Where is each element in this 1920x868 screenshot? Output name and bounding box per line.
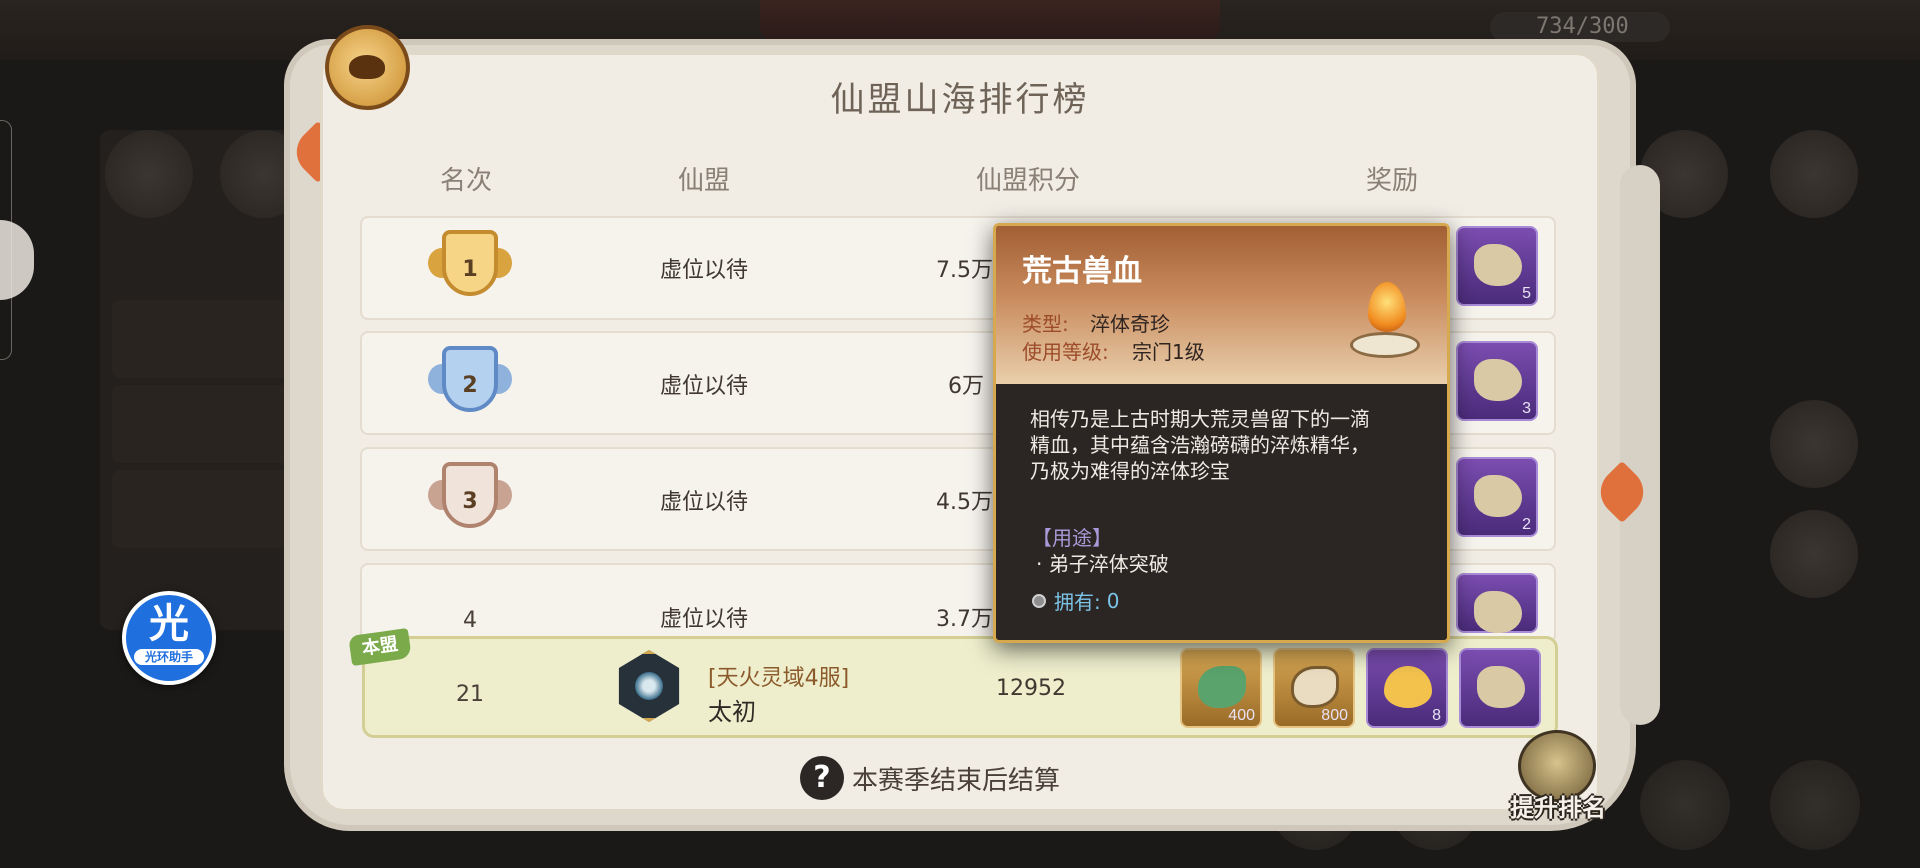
rank-number: 4	[463, 608, 477, 633]
panel-title: 仙盟山海排行榜	[830, 80, 1090, 120]
background-left-row	[112, 470, 312, 548]
item-usage-heading: 【用途】	[1032, 526, 1112, 550]
settlement-note-text: 本赛季结束后结算	[852, 765, 1061, 796]
alliance-score: 4.5万	[936, 490, 993, 515]
reward-item[interactable]: 800	[1273, 648, 1355, 728]
rank-badge-bronze-icon: 3	[428, 454, 512, 538]
help-icon[interactable]: ?	[800, 756, 844, 800]
header-reward: 奖励	[1365, 166, 1418, 196]
boost-rank-label: 提升排名	[1510, 794, 1606, 822]
rank-badge-silver-icon: 2	[428, 338, 512, 422]
header-score: 仙盟积分	[975, 166, 1080, 196]
background-left-row	[112, 385, 312, 463]
owned-icon	[1032, 593, 1046, 608]
settlement-note: ? 本赛季结束后结算	[800, 756, 1060, 800]
side-mascot	[0, 220, 34, 300]
my-alliance-name: 太初	[708, 698, 756, 726]
owned-label: 拥有:	[1054, 590, 1101, 614]
item-description: 相传乃是上古时期大荒灵兽留下的一滴 精血，其中蕴含浩瀚磅礴的淬炼精华， 乃极为难…	[1030, 407, 1370, 483]
reward-item[interactable]: 400	[1180, 648, 1262, 728]
reward-item[interactable]	[1456, 573, 1538, 633]
item-name: 荒古兽血	[1022, 254, 1142, 289]
helper-float-button[interactable]: 光 光环助手	[122, 591, 216, 685]
my-rank: 21	[456, 682, 484, 707]
background-icon	[1770, 510, 1858, 598]
helper-icon: 光	[149, 601, 189, 647]
alliance-score: 7.5万	[936, 258, 993, 283]
background-icon	[105, 130, 193, 218]
helper-label: 光环助手	[134, 649, 204, 665]
rank-badge-gold-icon: 1	[428, 222, 512, 306]
owned-value: 0	[1106, 588, 1120, 613]
background-bottom-icon	[1640, 760, 1730, 850]
boost-rank-button[interactable]: 提升排名	[1488, 730, 1628, 830]
beast-blood-icon	[1346, 282, 1422, 372]
alliance-name: 虚位以待	[659, 374, 748, 399]
alliance-score: 6万	[948, 374, 984, 399]
alliance-score: 3.7万	[936, 607, 993, 632]
item-type-label: 类型:	[1022, 312, 1069, 336]
item-tooltip: 荒古兽血 类型: 淬体奇珍 使用等级: 宗门1级 相传乃是上古时期大荒灵兽留下的…	[993, 223, 1450, 643]
background-bottom-icon	[1770, 760, 1860, 850]
background-icon	[1770, 400, 1858, 488]
background-top-banner	[760, 0, 1220, 42]
item-owned: 拥有: 0	[1032, 586, 1119, 615]
alliance-name: 虚位以待	[659, 258, 748, 283]
my-alliance-score: 12952	[996, 676, 1066, 701]
header-alliance: 仙盟	[677, 166, 730, 196]
my-alliance-server: [天火灵域4服]	[708, 666, 850, 691]
alliance-name: 虚位以待	[659, 607, 748, 632]
alliance-name: 虚位以待	[659, 490, 748, 515]
reward-item[interactable]: 3	[1456, 341, 1538, 421]
background-left-row	[112, 300, 312, 378]
item-usage-entry: · 弟子淬体突破	[1036, 552, 1169, 576]
background-icon	[1770, 130, 1858, 218]
reward-item[interactable]	[1459, 648, 1541, 728]
header-rank: 名次	[439, 166, 492, 196]
reward-item[interactable]: 5	[1456, 226, 1538, 306]
reward-item[interactable]: 2	[1456, 457, 1538, 537]
reward-item[interactable]: 8	[1366, 648, 1448, 728]
background-currency: 734/300	[1490, 12, 1670, 42]
item-level-label: 使用等级:	[1022, 340, 1109, 364]
item-level-value: 宗门1级	[1132, 340, 1205, 364]
item-type-value: 淬体奇珍	[1090, 312, 1170, 336]
tooltip-header: 荒古兽血 类型: 淬体奇珍 使用等级: 宗门1级	[996, 226, 1447, 384]
